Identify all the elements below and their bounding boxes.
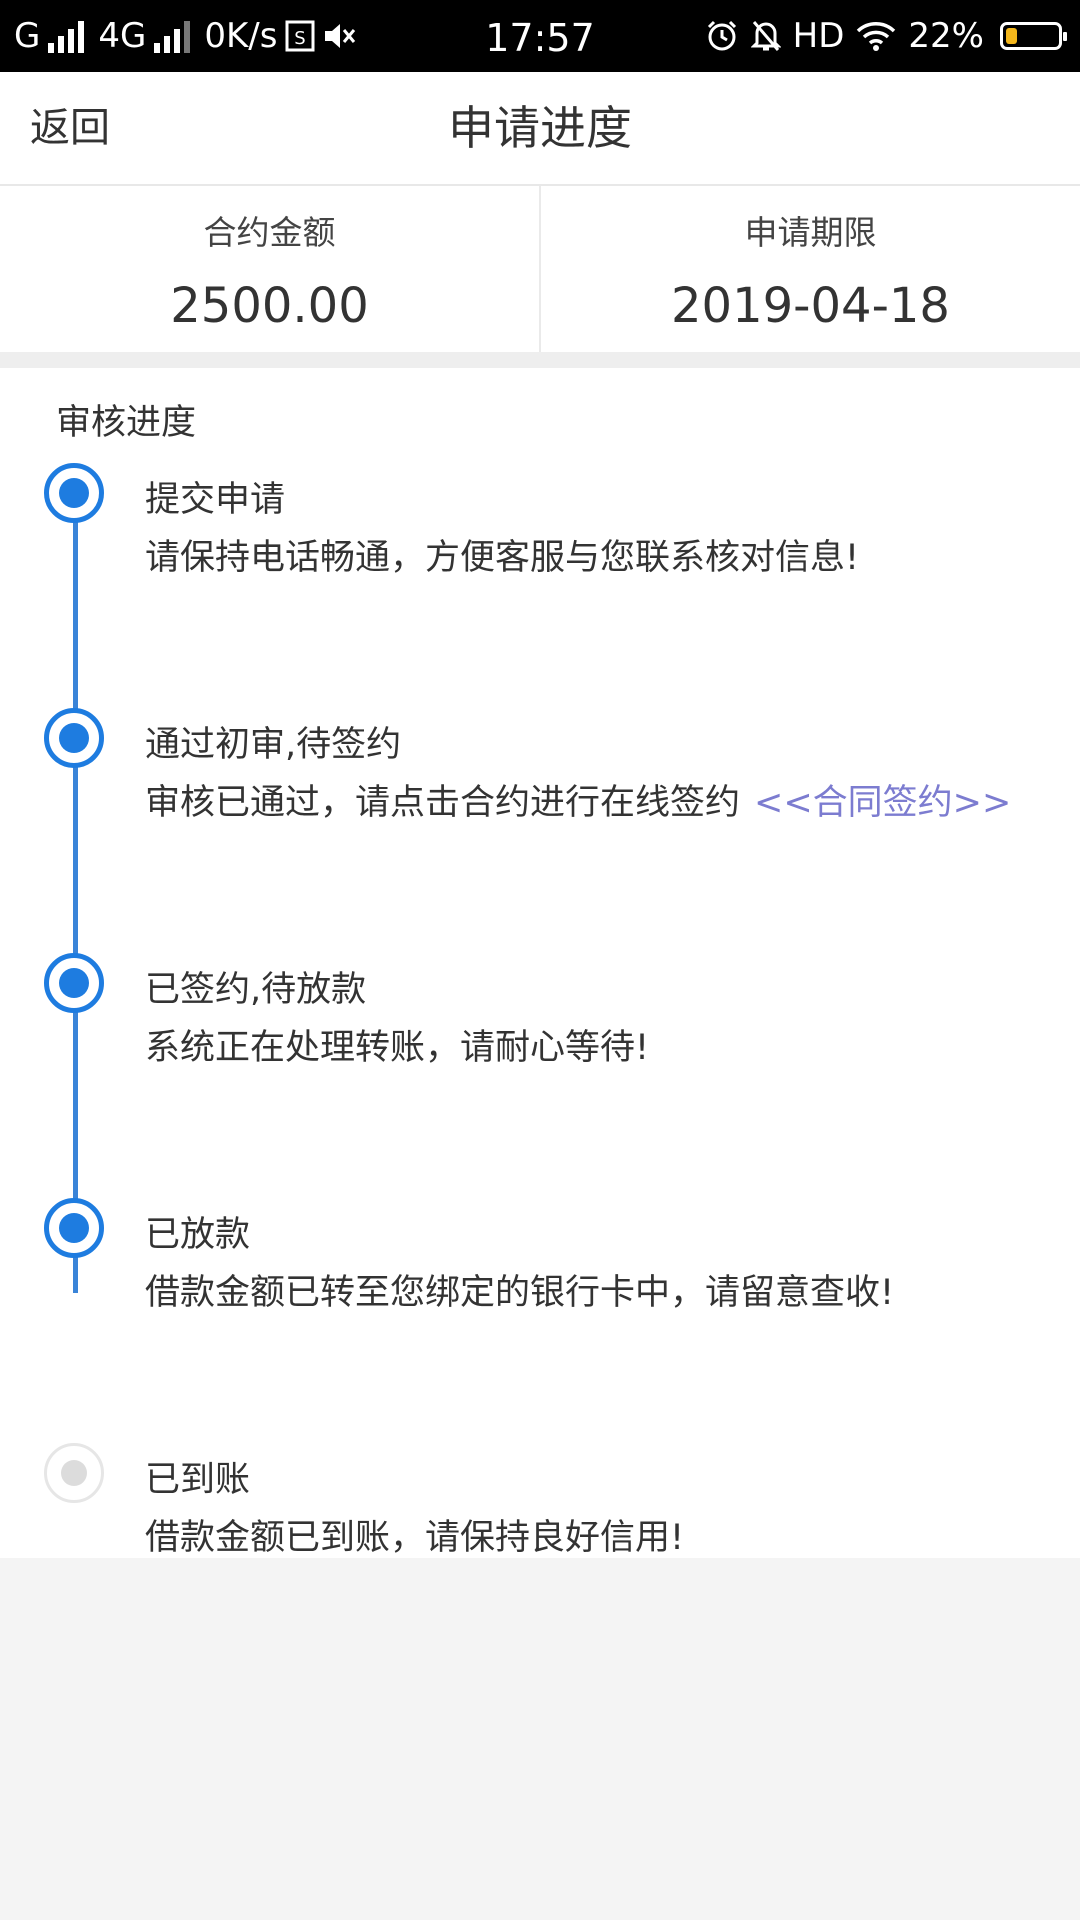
section-divider (0, 352, 1080, 368)
step-done-icon (44, 1198, 104, 1258)
step-description: 请保持电话畅通，方便客服与您联系核对信息! (145, 538, 860, 578)
step-item: 提交申请 请保持电话畅通，方便客服与您联系核对信息! (0, 463, 1080, 623)
step-title: 提交申请 (145, 480, 286, 520)
step-title: 已签约,待放款 (145, 970, 367, 1010)
step-item: 已放款 借款金额已转至您绑定的银行卡中，请留意查收! (0, 1198, 1080, 1358)
sign-contract-link[interactable]: <<合同签约>> (754, 783, 1011, 823)
step-description-text: 审核已通过，请点击合约进行在线签约 (145, 783, 741, 823)
page-title: 申请进度 (448, 101, 632, 155)
step-done-icon (44, 463, 104, 523)
status-right: HD 22% (705, 0, 1067, 72)
step-item: 已到账 借款金额已到账，请保持良好信用! (0, 1443, 1080, 1603)
battery-icon (1000, 22, 1067, 50)
progress-panel: 审核进度 提交申请 请保持电话畅通，方便客服与您联系核对信息! 通过初审,待签约… (0, 368, 1080, 1558)
amount-cell: 合约金额 2500.00 (0, 186, 539, 352)
amount-label: 合约金额 (203, 213, 336, 252)
alarm-icon (705, 19, 739, 53)
hd-label: HD (792, 16, 845, 56)
progress-heading: 审核进度 (56, 403, 197, 443)
step-title: 已放款 (145, 1215, 251, 1255)
amount-value: 2500.00 (170, 278, 369, 334)
step-done-icon (44, 953, 104, 1013)
step-item: 已签约,待放款 系统正在处理转账，请耐心等待! (0, 953, 1080, 1113)
battery-percent: 22% (908, 16, 984, 56)
step-description: 借款金额已到账，请保持良好信用! (145, 1518, 685, 1558)
term-cell: 申请期限 2019-04-18 (539, 186, 1080, 352)
step-done-icon (44, 708, 104, 768)
step-item: 通过初审,待签约 审核已通过，请点击合约进行在线签约 <<合同签约>> (0, 708, 1080, 868)
step-title: 通过初审,待签约 (145, 725, 402, 765)
step-description: 审核已通过，请点击合约进行在线签约 <<合同签约>> (145, 774, 1011, 825)
notification-off-icon (750, 19, 781, 53)
wifi-icon (856, 20, 896, 52)
step-description: 借款金额已转至您绑定的银行卡中，请留意查收! (145, 1273, 895, 1313)
status-bar: G 4G 0K/s S 17:57 HD 22% (0, 0, 1080, 72)
contract-summary: 合约金额 2500.00 申请期限 2019-04-18 (0, 186, 1080, 352)
term-value: 2019-04-18 (671, 278, 950, 334)
step-title: 已到账 (145, 1460, 251, 1500)
battery-fill (1006, 28, 1017, 44)
step-pending-icon (44, 1443, 104, 1503)
step-description: 系统正在处理转账，请耐心等待! (145, 1028, 650, 1068)
term-label: 申请期限 (744, 213, 877, 252)
navigation-bar: 返回 申请进度 (0, 72, 1080, 186)
